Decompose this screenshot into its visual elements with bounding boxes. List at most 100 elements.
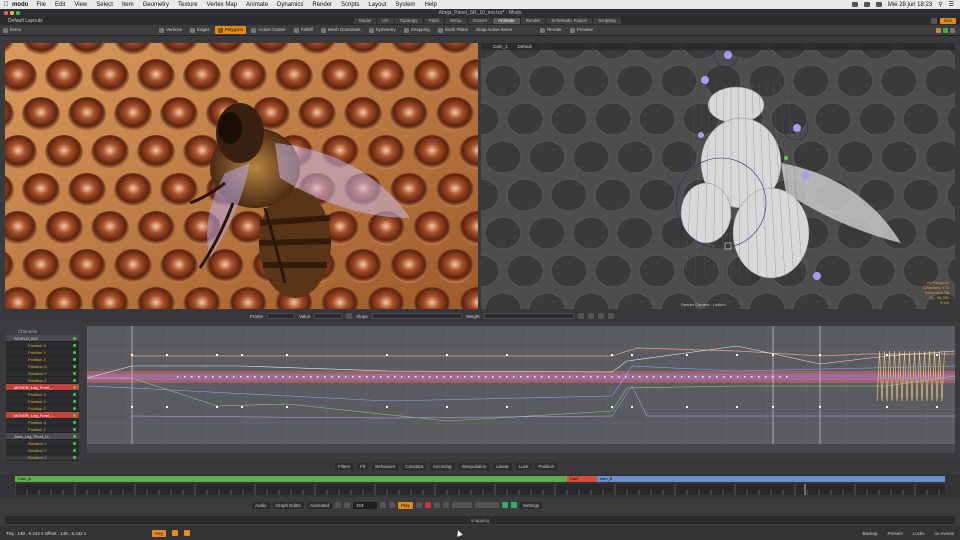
key-point[interactable] bbox=[583, 376, 585, 378]
key-point[interactable] bbox=[716, 376, 718, 378]
key-point[interactable] bbox=[387, 376, 389, 378]
key-point[interactable] bbox=[247, 376, 249, 378]
key-point[interactable] bbox=[541, 376, 543, 378]
key-point[interactable] bbox=[289, 376, 291, 378]
skip-start-icon[interactable] bbox=[335, 502, 342, 508]
slope-field[interactable] bbox=[371, 313, 462, 319]
key-point[interactable] bbox=[131, 354, 133, 356]
layout-selector[interactable]: Default Layouts bbox=[8, 18, 43, 24]
key-point[interactable] bbox=[681, 376, 683, 378]
key-point[interactable] bbox=[744, 376, 746, 378]
frame-field[interactable] bbox=[267, 313, 296, 319]
key-point[interactable] bbox=[286, 354, 288, 356]
settings-button[interactable]: Settings bbox=[519, 501, 543, 509]
weight-field[interactable] bbox=[483, 313, 574, 319]
key-point[interactable] bbox=[639, 376, 641, 378]
key-point[interactable] bbox=[758, 376, 760, 378]
key-point[interactable] bbox=[446, 354, 448, 356]
key-point[interactable] bbox=[386, 354, 388, 356]
snap-active-items-button[interactable]: Snap Active Items bbox=[473, 26, 515, 34]
key-point[interactable] bbox=[548, 376, 550, 378]
key-point[interactable] bbox=[936, 354, 938, 356]
key-point[interactable] bbox=[674, 376, 676, 378]
key-point[interactable] bbox=[212, 376, 214, 378]
channel-row[interactable]: WORLD_002 bbox=[6, 335, 79, 342]
graph-editor-button[interactable]: Graph Editor bbox=[272, 501, 305, 509]
channel-visibility-icon[interactable] bbox=[73, 456, 76, 459]
key-point[interactable] bbox=[709, 376, 711, 378]
key-point[interactable] bbox=[478, 376, 480, 378]
tab-animate[interactable]: Animate bbox=[493, 18, 520, 24]
key-point[interactable] bbox=[723, 376, 725, 378]
key-point[interactable] bbox=[240, 376, 242, 378]
items-mode-button[interactable]: Items bbox=[0, 26, 24, 34]
key-point[interactable] bbox=[446, 406, 448, 408]
key-point[interactable] bbox=[331, 376, 333, 378]
render-viewport[interactable] bbox=[5, 43, 478, 309]
key-point[interactable] bbox=[819, 406, 821, 408]
key-point[interactable] bbox=[779, 376, 781, 378]
key-button[interactable]: Key bbox=[152, 529, 167, 537]
key-point[interactable] bbox=[233, 376, 235, 378]
tab-paint[interactable]: Paint bbox=[423, 18, 444, 24]
key-point[interactable] bbox=[611, 406, 613, 408]
model-viewport[interactable]: Render Camera : Locked All Polygons Chan… bbox=[481, 43, 955, 309]
key-point[interactable] bbox=[429, 376, 431, 378]
key-point[interactable] bbox=[513, 376, 515, 378]
shading-selector[interactable]: Default bbox=[518, 44, 532, 49]
channel-visibility-icon[interactable] bbox=[73, 449, 76, 452]
tab-schematic-fusion[interactable]: Schematic Fusion bbox=[546, 18, 593, 24]
tangent-linear-icon[interactable] bbox=[587, 313, 594, 319]
key-point[interactable] bbox=[345, 376, 347, 378]
falloff-button[interactable]: Falloff bbox=[291, 26, 316, 34]
clip-cam-b[interactable] bbox=[597, 476, 945, 482]
menu-view[interactable]: View bbox=[74, 2, 87, 8]
key-point[interactable] bbox=[310, 376, 312, 378]
volume-icon[interactable] bbox=[875, 2, 882, 7]
mesh-constraint-button[interactable]: Mesh Constraint bbox=[318, 26, 364, 34]
key-point[interactable] bbox=[695, 376, 697, 378]
tangent-auto-icon[interactable] bbox=[607, 313, 614, 319]
key-point[interactable] bbox=[386, 406, 388, 408]
menu-animate[interactable]: Animate bbox=[246, 2, 268, 8]
menu-render[interactable]: Render bbox=[312, 2, 332, 8]
timeline[interactable]: Cam_A Cam cam_B bbox=[0, 474, 960, 497]
key-point[interactable] bbox=[611, 376, 613, 378]
key-point[interactable] bbox=[686, 354, 688, 356]
menu-edit[interactable]: Edit bbox=[55, 2, 65, 8]
key-point[interactable] bbox=[555, 376, 557, 378]
key-point[interactable] bbox=[436, 376, 438, 378]
loop-icon[interactable] bbox=[415, 502, 422, 508]
goz-button[interactable]: Goz bbox=[939, 18, 956, 24]
menu-system[interactable]: System bbox=[395, 2, 415, 8]
key-point[interactable] bbox=[506, 376, 508, 378]
curve-graph[interactable] bbox=[86, 326, 956, 453]
clock[interactable]: Mié 28 jun 18:23 bbox=[888, 2, 932, 8]
channel-row[interactable]: Rotation X bbox=[6, 363, 79, 370]
channel-row[interactable]: Position X bbox=[6, 342, 79, 349]
minimize-window-button[interactable] bbox=[10, 11, 14, 15]
record-icon[interactable] bbox=[936, 27, 941, 33]
channel-row[interactable]: Rotation X bbox=[6, 440, 79, 447]
key-point[interactable] bbox=[730, 376, 732, 378]
key-point[interactable] bbox=[569, 376, 571, 378]
key-point[interactable] bbox=[632, 376, 634, 378]
tab-setup[interactable]: Setup bbox=[444, 18, 467, 24]
menu-vertex-map[interactable]: Vertex Map bbox=[207, 2, 237, 8]
key-lock-icon[interactable] bbox=[184, 530, 191, 536]
key-point[interactable] bbox=[443, 376, 445, 378]
edges-mode-button[interactable]: Edges bbox=[187, 26, 213, 34]
channel-row[interactable]: Position Z bbox=[6, 356, 79, 363]
channel-row[interactable]: Rotation Y bbox=[6, 447, 79, 454]
menu-file[interactable]: File bbox=[36, 2, 46, 8]
key-point[interactable] bbox=[772, 376, 774, 378]
key-point[interactable] bbox=[394, 376, 396, 378]
channel-row[interactable]: MOVER_Leg_Front_... bbox=[6, 412, 79, 419]
key-point[interactable] bbox=[296, 376, 298, 378]
skip-end-icon[interactable] bbox=[389, 502, 396, 508]
key-point[interactable] bbox=[282, 376, 284, 378]
layout-options-icon[interactable] bbox=[930, 18, 937, 24]
symmetry-button[interactable]: Symmetry bbox=[366, 26, 399, 34]
tab-uv[interactable]: UV bbox=[377, 18, 394, 24]
battery-icon[interactable] bbox=[863, 2, 870, 7]
